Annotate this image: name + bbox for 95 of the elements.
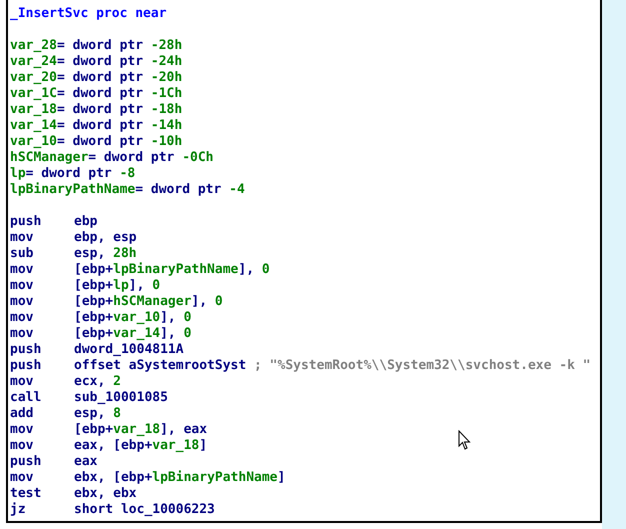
operand-text: = dword ptr [56, 70, 144, 86]
variable-name: var_10 [113, 310, 160, 326]
operand-text: ebx, [ebp+ [74, 470, 152, 486]
operand-text: [ebp+ [74, 262, 114, 278]
instruction-mnemonic: jz [10, 502, 27, 518]
operand-text: [ebp+ [74, 326, 114, 342]
variable-name: hSCManager [10, 150, 88, 166]
number-literal: 0 [214, 294, 223, 310]
instruction-mnemonic: mov [10, 230, 34, 246]
variable-name: var_1C [10, 86, 57, 102]
number-literal: -4 [229, 182, 245, 198]
number-literal: -24h [150, 54, 182, 70]
number-literal: -1Ch [150, 86, 182, 102]
operand-text: esp, [74, 246, 106, 262]
number-literal: 0 [184, 326, 192, 342]
number-literal: -0Ch [182, 150, 214, 166]
number-literal: 0 [184, 310, 192, 326]
operand-text: = dword ptr [56, 134, 144, 150]
instruction-mnemonic: mov [10, 374, 34, 390]
variable-name: var_14 [10, 118, 57, 134]
operand-text: ], [160, 326, 177, 342]
operand-text: offset aSystemrootSyst [74, 358, 248, 374]
variable-name: lpBinaryPathName [10, 182, 136, 198]
variable-name: hSCManager [113, 294, 192, 310]
number-literal: -28h [150, 38, 182, 54]
variable-name: var_18 [10, 102, 57, 118]
procedure-label: _InsertSvc proc near [10, 6, 167, 22]
instruction-mnemonic: mov [10, 422, 34, 438]
variable-name: var_24 [10, 54, 57, 70]
instruction-mnemonic: mov [10, 310, 34, 326]
operand-text: ecx, [74, 374, 106, 390]
operand-text: short loc_10006223 [74, 502, 215, 518]
operand-text: [ebp+ [74, 278, 114, 294]
operand-text: = dword ptr [26, 166, 113, 182]
number-literal: 28h [113, 246, 137, 262]
variable-name: lpBinaryPathName [152, 470, 278, 486]
instruction-mnemonic: mov [10, 470, 34, 486]
operand-text: = dword ptr [56, 86, 144, 102]
instruction-mnemonic: mov [10, 294, 34, 310]
comment-text: ; "%SystemRoot%\\System32\\svchost.exe -k " [254, 358, 591, 374]
number-literal: -14h [150, 118, 182, 134]
operand-text: ], eax [160, 422, 208, 438]
operand-text: ] [199, 438, 208, 454]
operand-text: sub_10001085 [74, 390, 168, 406]
instruction-mnemonic: push [10, 454, 42, 470]
operand-text: = dword ptr [56, 118, 144, 134]
operand-text: eax, [ebp+ [74, 438, 152, 454]
instruction-mnemonic: push [10, 358, 42, 374]
number-literal: -18h [150, 102, 182, 118]
operand-text: [ebp+ [74, 294, 114, 310]
operand-text: ebx, ebx [74, 486, 137, 502]
instruction-mnemonic: mov [10, 278, 34, 294]
operand-text: = dword ptr [88, 150, 176, 166]
operand-text: dword_1004811A [74, 342, 184, 358]
operand-text: = dword ptr [135, 182, 222, 198]
variable-name: var_28 [10, 38, 57, 54]
number-literal: 8 [113, 406, 121, 422]
number-literal: -20h [150, 70, 182, 86]
number-literal: -8 [120, 166, 136, 182]
variable-name: var_18 [152, 438, 200, 454]
number-literal: 2 [113, 374, 121, 390]
instruction-mnemonic: add [10, 406, 34, 422]
operand-text: [ebp+ [74, 310, 114, 326]
variable-name: lpBinaryPathName [113, 262, 238, 278]
instruction-mnemonic: mov [10, 262, 34, 278]
instruction-mnemonic: push [10, 342, 42, 358]
variable-name: var_10 [10, 134, 57, 150]
operand-text: esp, [74, 406, 106, 422]
variable-name: lp [10, 166, 26, 182]
instruction-mnemonic: push [10, 214, 42, 230]
instruction-mnemonic: call [10, 390, 42, 406]
number-literal: 0 [152, 278, 160, 294]
operand-text: ], [191, 294, 208, 310]
number-literal: 0 [262, 262, 270, 278]
operand-text: ] [278, 470, 286, 486]
instruction-mnemonic: mov [10, 438, 34, 454]
operand-text: ebp, esp [74, 230, 137, 246]
operand-text: ], [238, 262, 256, 278]
operand-text: [ebp+ [74, 422, 114, 438]
variable-name: lp [113, 278, 129, 294]
operand-text: = dword ptr [56, 38, 144, 54]
variable-name: var_14 [113, 326, 160, 342]
number-literal: -10h [150, 134, 182, 150]
operand-text: ], [160, 310, 177, 326]
variable-name: var_18 [113, 422, 160, 438]
operand-text: ], [128, 278, 146, 294]
operand-text: ebp [74, 214, 98, 230]
variable-name: var_20 [10, 70, 57, 86]
instruction-mnemonic: test [10, 486, 42, 502]
mouse-cursor-icon [458, 430, 471, 451]
instruction-mnemonic: sub [10, 246, 34, 262]
instruction-mnemonic: mov [10, 326, 34, 342]
operand-text: = dword ptr [56, 102, 144, 118]
operand-text: = dword ptr [56, 54, 144, 70]
operand-text: eax [74, 454, 98, 470]
